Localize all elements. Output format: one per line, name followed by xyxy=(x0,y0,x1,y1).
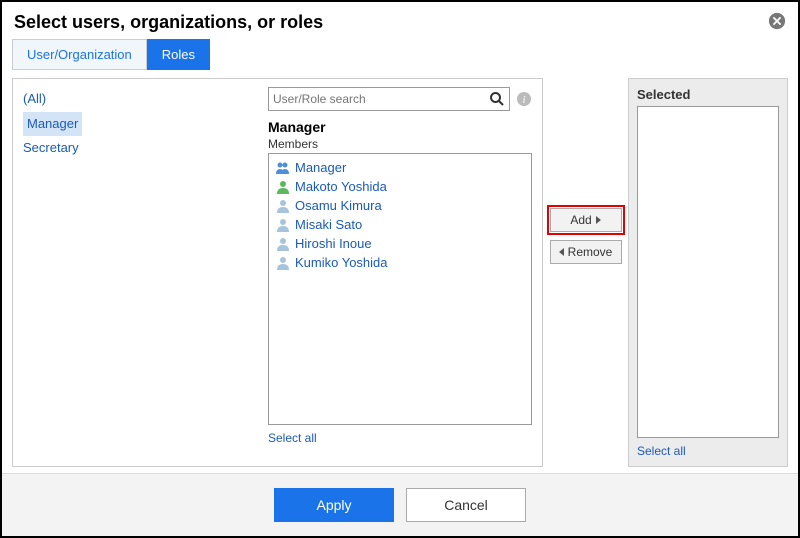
close-icon[interactable] xyxy=(768,12,786,30)
role-link-manager[interactable]: Manager xyxy=(23,112,82,137)
user-icon xyxy=(275,256,291,270)
selected-listbox[interactable] xyxy=(637,106,779,438)
apply-button[interactable]: Apply xyxy=(274,488,394,522)
member-name: Hiroshi Inoue xyxy=(295,236,372,251)
user-icon xyxy=(275,199,291,213)
select-all-link[interactable]: Select all xyxy=(268,431,532,445)
group-title: Manager xyxy=(268,119,532,135)
list-item[interactable]: Makoto Yoshida xyxy=(273,177,527,196)
member-name: Kumiko Yoshida xyxy=(295,255,388,270)
remove-label: Remove xyxy=(568,245,613,259)
svg-text:i: i xyxy=(522,94,525,106)
user-icon xyxy=(275,218,291,232)
cancel-button[interactable]: Cancel xyxy=(406,488,526,522)
group-subtitle: Members xyxy=(268,137,532,151)
member-name: Makoto Yoshida xyxy=(295,179,387,194)
selected-select-all-link[interactable]: Select all xyxy=(637,444,779,458)
role-link-all[interactable]: (All) xyxy=(23,87,248,112)
members-listbox[interactable]: Manager Makoto Yoshida Osamu Kimura Misa… xyxy=(268,153,532,425)
list-item[interactable]: Misaki Sato xyxy=(273,215,527,234)
list-item[interactable]: Osamu Kimura xyxy=(273,196,527,215)
list-item[interactable]: Manager xyxy=(273,158,527,177)
dialog-footer: Apply Cancel xyxy=(2,473,798,536)
tab-roles[interactable]: Roles xyxy=(147,39,210,70)
chevron-right-icon xyxy=(596,216,601,224)
member-name: Manager xyxy=(295,160,346,175)
selected-panel: Selected Select all xyxy=(628,78,788,467)
dialog: Select users, organizations, or roles Us… xyxy=(0,0,800,538)
main-panel: (All) Manager Secretary i Manager Member… xyxy=(12,78,543,467)
info-icon[interactable]: i xyxy=(516,91,532,107)
tab-user-organization[interactable]: User/Organization xyxy=(12,39,147,70)
dialog-body: (All) Manager Secretary i Manager Member… xyxy=(2,70,798,473)
list-item[interactable]: Hiroshi Inoue xyxy=(273,234,527,253)
add-label: Add xyxy=(570,213,591,227)
member-name: Osamu Kimura xyxy=(295,198,382,213)
remove-button[interactable]: Remove xyxy=(550,240,622,264)
group-icon xyxy=(275,161,291,175)
dialog-title: Select users, organizations, or roles xyxy=(14,12,323,33)
list-item[interactable]: Kumiko Yoshida xyxy=(273,253,527,272)
selected-title: Selected xyxy=(637,87,779,102)
search-input[interactable] xyxy=(273,92,489,106)
search-row: i xyxy=(268,87,532,111)
user-icon xyxy=(275,180,291,194)
transfer-buttons: Add Remove xyxy=(543,78,628,467)
user-icon xyxy=(275,237,291,251)
tab-bar: User/Organization Roles xyxy=(2,39,798,70)
chevron-left-icon xyxy=(559,248,564,256)
role-link-secretary[interactable]: Secretary xyxy=(23,136,248,161)
member-name: Misaki Sato xyxy=(295,217,362,232)
members-panel: i Manager Members Manager Makoto Yoshida… xyxy=(258,79,542,466)
role-list-sidebar: (All) Manager Secretary xyxy=(13,79,258,466)
search-box[interactable] xyxy=(268,87,510,111)
dialog-header: Select users, organizations, or roles xyxy=(2,2,798,39)
add-button[interactable]: Add xyxy=(550,208,622,232)
search-icon[interactable] xyxy=(489,91,505,107)
